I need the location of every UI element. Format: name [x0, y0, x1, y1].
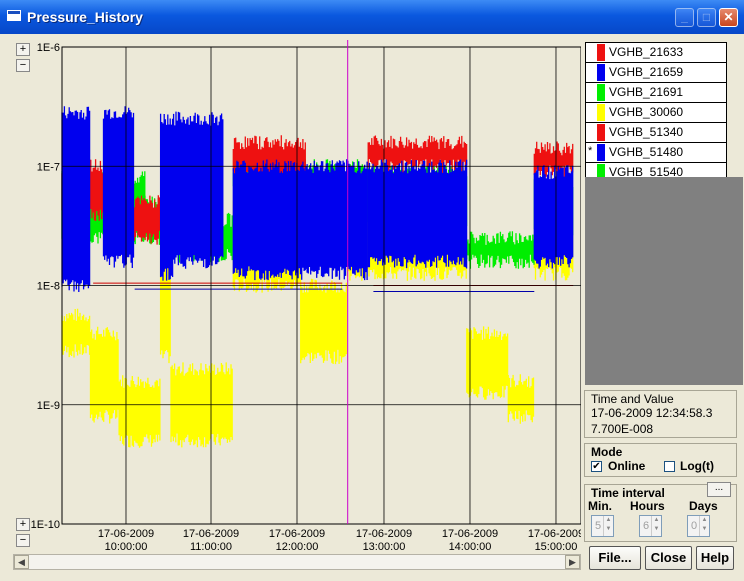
legend-swatch: [597, 64, 605, 81]
legend-swatch: [597, 144, 605, 161]
legend-label: VGHB_21659: [609, 65, 684, 79]
x-tick-time: 14:00:00: [449, 541, 492, 552]
hours-label: Hours: [630, 499, 665, 513]
spinner-arrows-icon[interactable]: ▲ ▼: [699, 516, 709, 536]
zoom-in-x-button[interactable]: +: [16, 518, 30, 531]
x-tick-date: 17-06-2009: [183, 528, 239, 540]
time-interval-caption: Time interval: [591, 486, 665, 500]
legend-item[interactable]: * VGHB_51480: [586, 143, 726, 163]
spinner-arrows-icon[interactable]: ▲ ▼: [651, 516, 661, 536]
cursor-time: 17-06-2009 12:34:58.3: [591, 406, 713, 420]
series-blue-band: [61, 106, 91, 292]
legend-swatch: [597, 124, 605, 141]
hours-spinner[interactable]: 6 ▲ ▼: [639, 515, 662, 537]
y-tick-label: 1E-9: [37, 400, 60, 412]
legend-item[interactable]: VGHB_30060: [586, 103, 726, 123]
minutes-value: 5: [595, 520, 602, 532]
series-blue-band: [305, 159, 368, 281]
y-axis: 1E-6 1E-7 1E-8 1E-9 1E-10: [31, 42, 60, 531]
time-interval-more-button[interactable]: ...: [707, 482, 731, 497]
x-tick-date: 17-06-2009: [98, 528, 154, 540]
minutes-spinner[interactable]: 5 ▲ ▼: [591, 515, 614, 537]
x-tick-date: 17-06-2009: [356, 528, 412, 540]
hours-value: 6: [643, 520, 650, 532]
series-blue-band: [102, 106, 135, 268]
x-tick-time: 13:00:00: [363, 541, 406, 552]
x-tick-date: 17-06-2009: [442, 528, 498, 540]
x-tick-time: 10:00:00: [105, 541, 148, 552]
x-tick-date: 17-06-2009: [528, 528, 581, 540]
x-axis: 17-06-200910:00:0017-06-200911:00:0017-0…: [98, 528, 581, 552]
close-button[interactable]: Close: [645, 546, 692, 570]
series-blue-band: [159, 113, 174, 281]
cursor-value: 7.700E-008: [591, 422, 654, 436]
legend-swatch: [597, 44, 605, 61]
log-t-label: Log(t): [680, 459, 714, 473]
selected-marker: *: [588, 145, 593, 157]
days-spinner[interactable]: 0 ▲ ▼: [687, 515, 710, 537]
pressure-chart[interactable]: 1E-6 1E-7 1E-8 1E-9 1E-10 17-06-2009 10:00:00…: [13, 40, 581, 552]
series-legend: VGHB_21633 VGHB_21659 VGHB_21691 VGHB_30…: [585, 42, 727, 183]
online-checkbox[interactable]: ✔: [591, 461, 602, 472]
legend-item[interactable]: VGHB_21633: [586, 43, 726, 63]
series-blue-band: [172, 111, 224, 269]
zoom-out-x-button[interactable]: −: [16, 534, 30, 547]
x-tick-date: 17-06-2009: [269, 528, 325, 540]
x-tick-time: 11:00:00: [190, 541, 232, 552]
legend-label: VGHB_21633: [609, 45, 684, 59]
x-tick-time: 12:00:00: [276, 541, 319, 552]
window-app-icon: [7, 10, 21, 21]
log-t-checkbox[interactable]: [664, 461, 675, 472]
time-value-group: Time and Value 17-06-2009 12:34:58.3 7.7…: [584, 390, 737, 438]
legend-label: VGHB_30060: [609, 105, 684, 119]
mode-caption: Mode: [591, 445, 623, 459]
scroll-right-icon[interactable]: ▶: [565, 555, 580, 569]
legend-label: VGHB_51480: [609, 145, 684, 159]
spinner-arrows-icon[interactable]: ▲ ▼: [603, 516, 613, 536]
legend-swatch: [597, 84, 605, 101]
mode-group: Mode ✔ Online Log(t): [584, 443, 737, 477]
y-tick-label: 1E-8: [37, 281, 60, 293]
legend-item[interactable]: VGHB_21691: [586, 83, 726, 103]
legend-swatch: [597, 104, 605, 121]
chart-svg: 1E-61E-71E-81E-91E-10 17-06-200910:00:00…: [31, 40, 581, 552]
series-blue-band: [367, 159, 468, 269]
window-title: Pressure_History: [27, 9, 143, 25]
zoom-out-y-button[interactable]: −: [16, 59, 30, 72]
series-blue-band: [533, 165, 574, 269]
maximize-button[interactable]: □: [697, 8, 716, 27]
close-window-button[interactable]: ✕: [719, 8, 738, 27]
help-button[interactable]: Help: [696, 546, 734, 570]
series-yellow-band: [89, 326, 119, 424]
days-value: 0: [691, 520, 698, 532]
legend-item[interactable]: VGHB_21659: [586, 63, 726, 83]
legend-empty-area: [585, 177, 743, 385]
online-label: Online: [608, 459, 646, 473]
file-button[interactable]: File...: [589, 546, 641, 570]
horizontal-scrollbar[interactable]: ◀ ▶: [13, 554, 581, 570]
scroll-left-icon[interactable]: ◀: [14, 555, 29, 569]
legend-item[interactable]: VGHB_51340: [586, 123, 726, 143]
series-blue-band: [232, 159, 306, 281]
time-value-caption: Time and Value: [591, 392, 674, 406]
legend-label: VGHB_51340: [609, 125, 684, 139]
x-tick-time: 15:00:00: [535, 541, 578, 552]
y-tick-label: 1E-6: [37, 42, 60, 54]
min-label: Min.: [588, 499, 612, 513]
title-bar[interactable]: Pressure_History _ □ ✕: [0, 0, 744, 34]
y-tick-label: 1E-7: [37, 161, 60, 173]
days-label: Days: [689, 499, 718, 513]
zoom-in-y-button[interactable]: +: [16, 43, 30, 56]
minimize-button[interactable]: _: [675, 8, 694, 27]
legend-label: VGHB_21691: [609, 85, 684, 99]
y-tick-label: 1E-10: [31, 519, 60, 531]
